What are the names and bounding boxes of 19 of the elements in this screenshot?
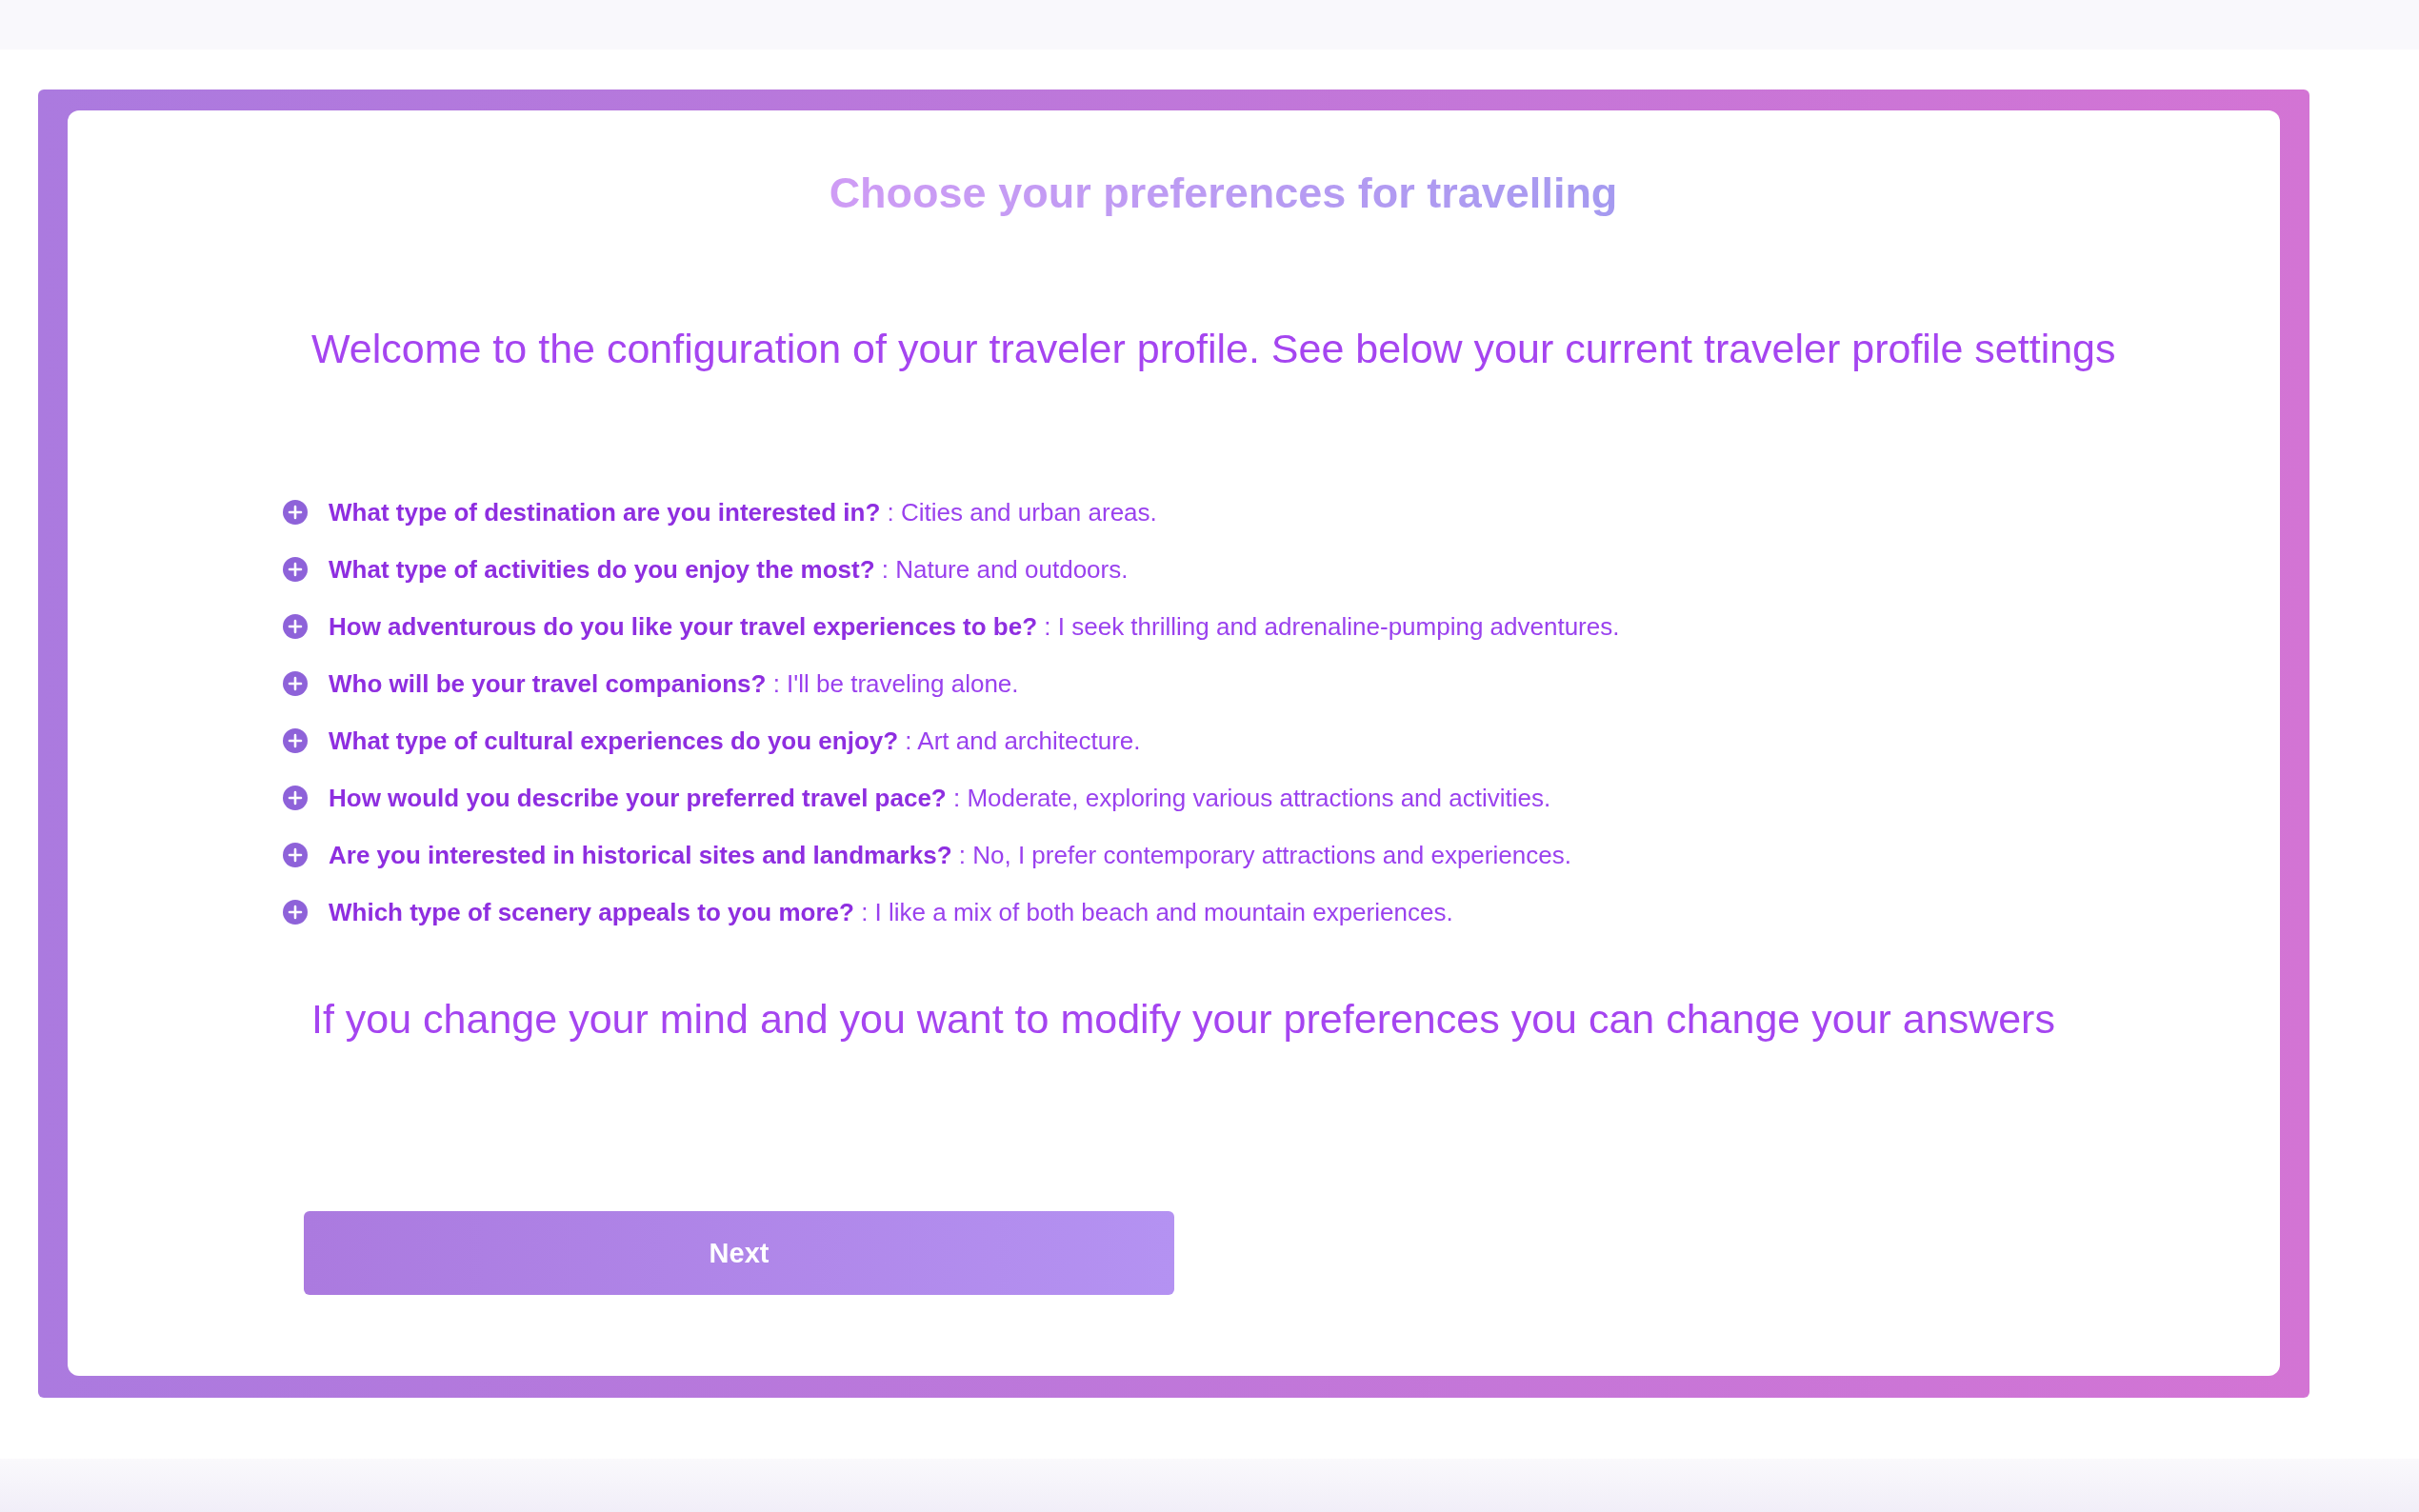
preference-answer: What type of activities do you enjoy the most? : Nature and outdoors. bbox=[329, 554, 1129, 585]
plus-circle-icon bbox=[283, 614, 308, 639]
preference-answer: How would you describe your preferred travel pace? : Moderate, exploring various attractions and activities. bbox=[329, 783, 1551, 813]
preference-answer: Which type of scenery appeals to you more? : I like a mix of both beach and mountain experiences. bbox=[329, 897, 1453, 927]
plus-circle-icon bbox=[283, 786, 308, 810]
intro-text: Welcome to the configuration of your traveler profile. See below your current traveler profile settings bbox=[311, 325, 2117, 373]
next-button[interactable]: Next bbox=[304, 1211, 1174, 1295]
preference-answer: What type of destination are you interested in? : Cities and urban areas. bbox=[329, 497, 1157, 527]
plus-circle-icon bbox=[283, 557, 308, 582]
note-text: If you change your mind and you want to modify your preferences you can change your answers bbox=[311, 995, 2056, 1044]
plus-circle-icon bbox=[283, 728, 308, 753]
plus-circle-icon bbox=[283, 500, 308, 525]
preference-answer: Are you interested in historical sites and landmarks? : No, I prefer contemporary attractions and experiences. bbox=[329, 840, 1571, 870]
plus-circle-icon bbox=[283, 843, 308, 867]
plus-circle-icon bbox=[283, 900, 308, 925]
preference-answer: What type of cultural experiences do you enjoy? : Art and architecture. bbox=[329, 726, 1141, 756]
plus-circle-icon bbox=[283, 671, 308, 696]
preference-answer: How adventurous do you like your travel experiences to be? : I seek thrilling and adrenaline-pumping adventures. bbox=[329, 611, 1620, 642]
preference-answer: Who will be your travel companions? : I'll be traveling alone. bbox=[329, 668, 1019, 699]
